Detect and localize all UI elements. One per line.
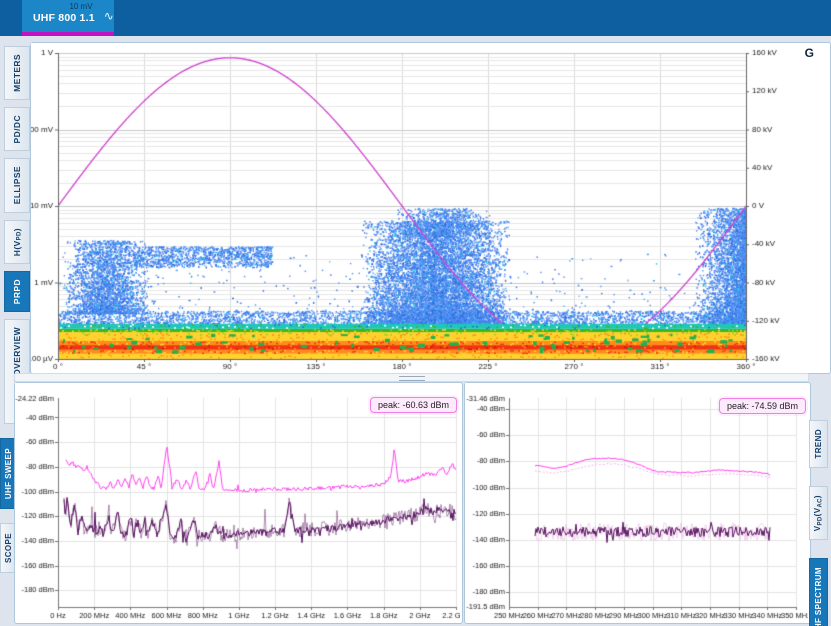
uhf-sweep-chart-canvas[interactable] bbox=[15, 383, 460, 621]
tab-prpd[interactable]: PRPD bbox=[4, 271, 30, 312]
left-tab-rail: METERS PD/DC ELLIPSE H(VPD) PRPD SYSTEM … bbox=[3, 46, 30, 424]
tab-meters[interactable]: METERS bbox=[4, 46, 30, 100]
channel-tab-uhf800[interactable]: 10 mV UHF 800 1.1 ∿ bbox=[22, 0, 114, 36]
tab-prpd-label: PRPD bbox=[12, 279, 22, 304]
uhf-spectrum-panel: peak: -74.59 dBm bbox=[464, 382, 811, 624]
tab-vpd-vac[interactable]: VPD(VAC) bbox=[809, 486, 828, 540]
bottom-left-tab-rail: UHF SWEEP SCOPE bbox=[0, 382, 14, 573]
tab-hvpd[interactable]: H(VPD) bbox=[4, 220, 30, 264]
channel-range-value: 10 mV bbox=[22, 0, 114, 11]
tab-pd-dc-label: PD/DC bbox=[12, 115, 22, 143]
tab-uhf-spectrum[interactable]: UHF SPECTRUM bbox=[809, 558, 828, 626]
tab-trend[interactable]: TREND bbox=[809, 420, 828, 468]
application-window: 10 mV UHF 800 1.1 ∿ METERS PD/DC ELLIPSE… bbox=[0, 0, 831, 626]
channel-tab-label: UHF 800 1.1 bbox=[33, 12, 95, 24]
sine-wave-icon: ∿ bbox=[104, 9, 114, 23]
prpd-panel: G bbox=[30, 42, 831, 374]
tab-uhf-sweep-label: UHF SWEEP bbox=[4, 448, 13, 499]
sweep-peak-readout: peak: -60.63 dBm bbox=[370, 397, 457, 413]
axis-group-label: G bbox=[805, 46, 814, 60]
tab-vpd-vac-label: VPD(VAC) bbox=[813, 495, 824, 531]
tab-uhf-spectrum-label: UHF SPECTRUM bbox=[814, 567, 823, 626]
right-tab-rail: TREND VPD(VAC) UHF SPECTRUM bbox=[809, 382, 831, 626]
tab-meters-label: METERS bbox=[12, 54, 22, 92]
tab-scope-label: SCOPE bbox=[4, 533, 13, 563]
prpd-chart-canvas[interactable] bbox=[31, 43, 828, 371]
uhf-spectrum-chart-canvas[interactable] bbox=[465, 383, 808, 621]
top-toolbar: 10 mV UHF 800 1.1 ∿ bbox=[0, 0, 831, 36]
tab-trend-label: TREND bbox=[814, 429, 823, 459]
horizontal-splitter[interactable] bbox=[14, 373, 809, 382]
tab-ellipse-label: ELLIPSE bbox=[12, 166, 22, 204]
tab-pd-dc[interactable]: PD/DC bbox=[4, 107, 30, 151]
splitter-grip-icon bbox=[399, 376, 425, 381]
tab-ellipse[interactable]: ELLIPSE bbox=[4, 158, 30, 212]
spectrum-peak-readout: peak: -74.59 dBm bbox=[719, 398, 806, 414]
uhf-sweep-panel: peak: -60.63 dBm bbox=[14, 382, 463, 624]
tab-hvpd-label: H(VPD) bbox=[12, 228, 23, 256]
